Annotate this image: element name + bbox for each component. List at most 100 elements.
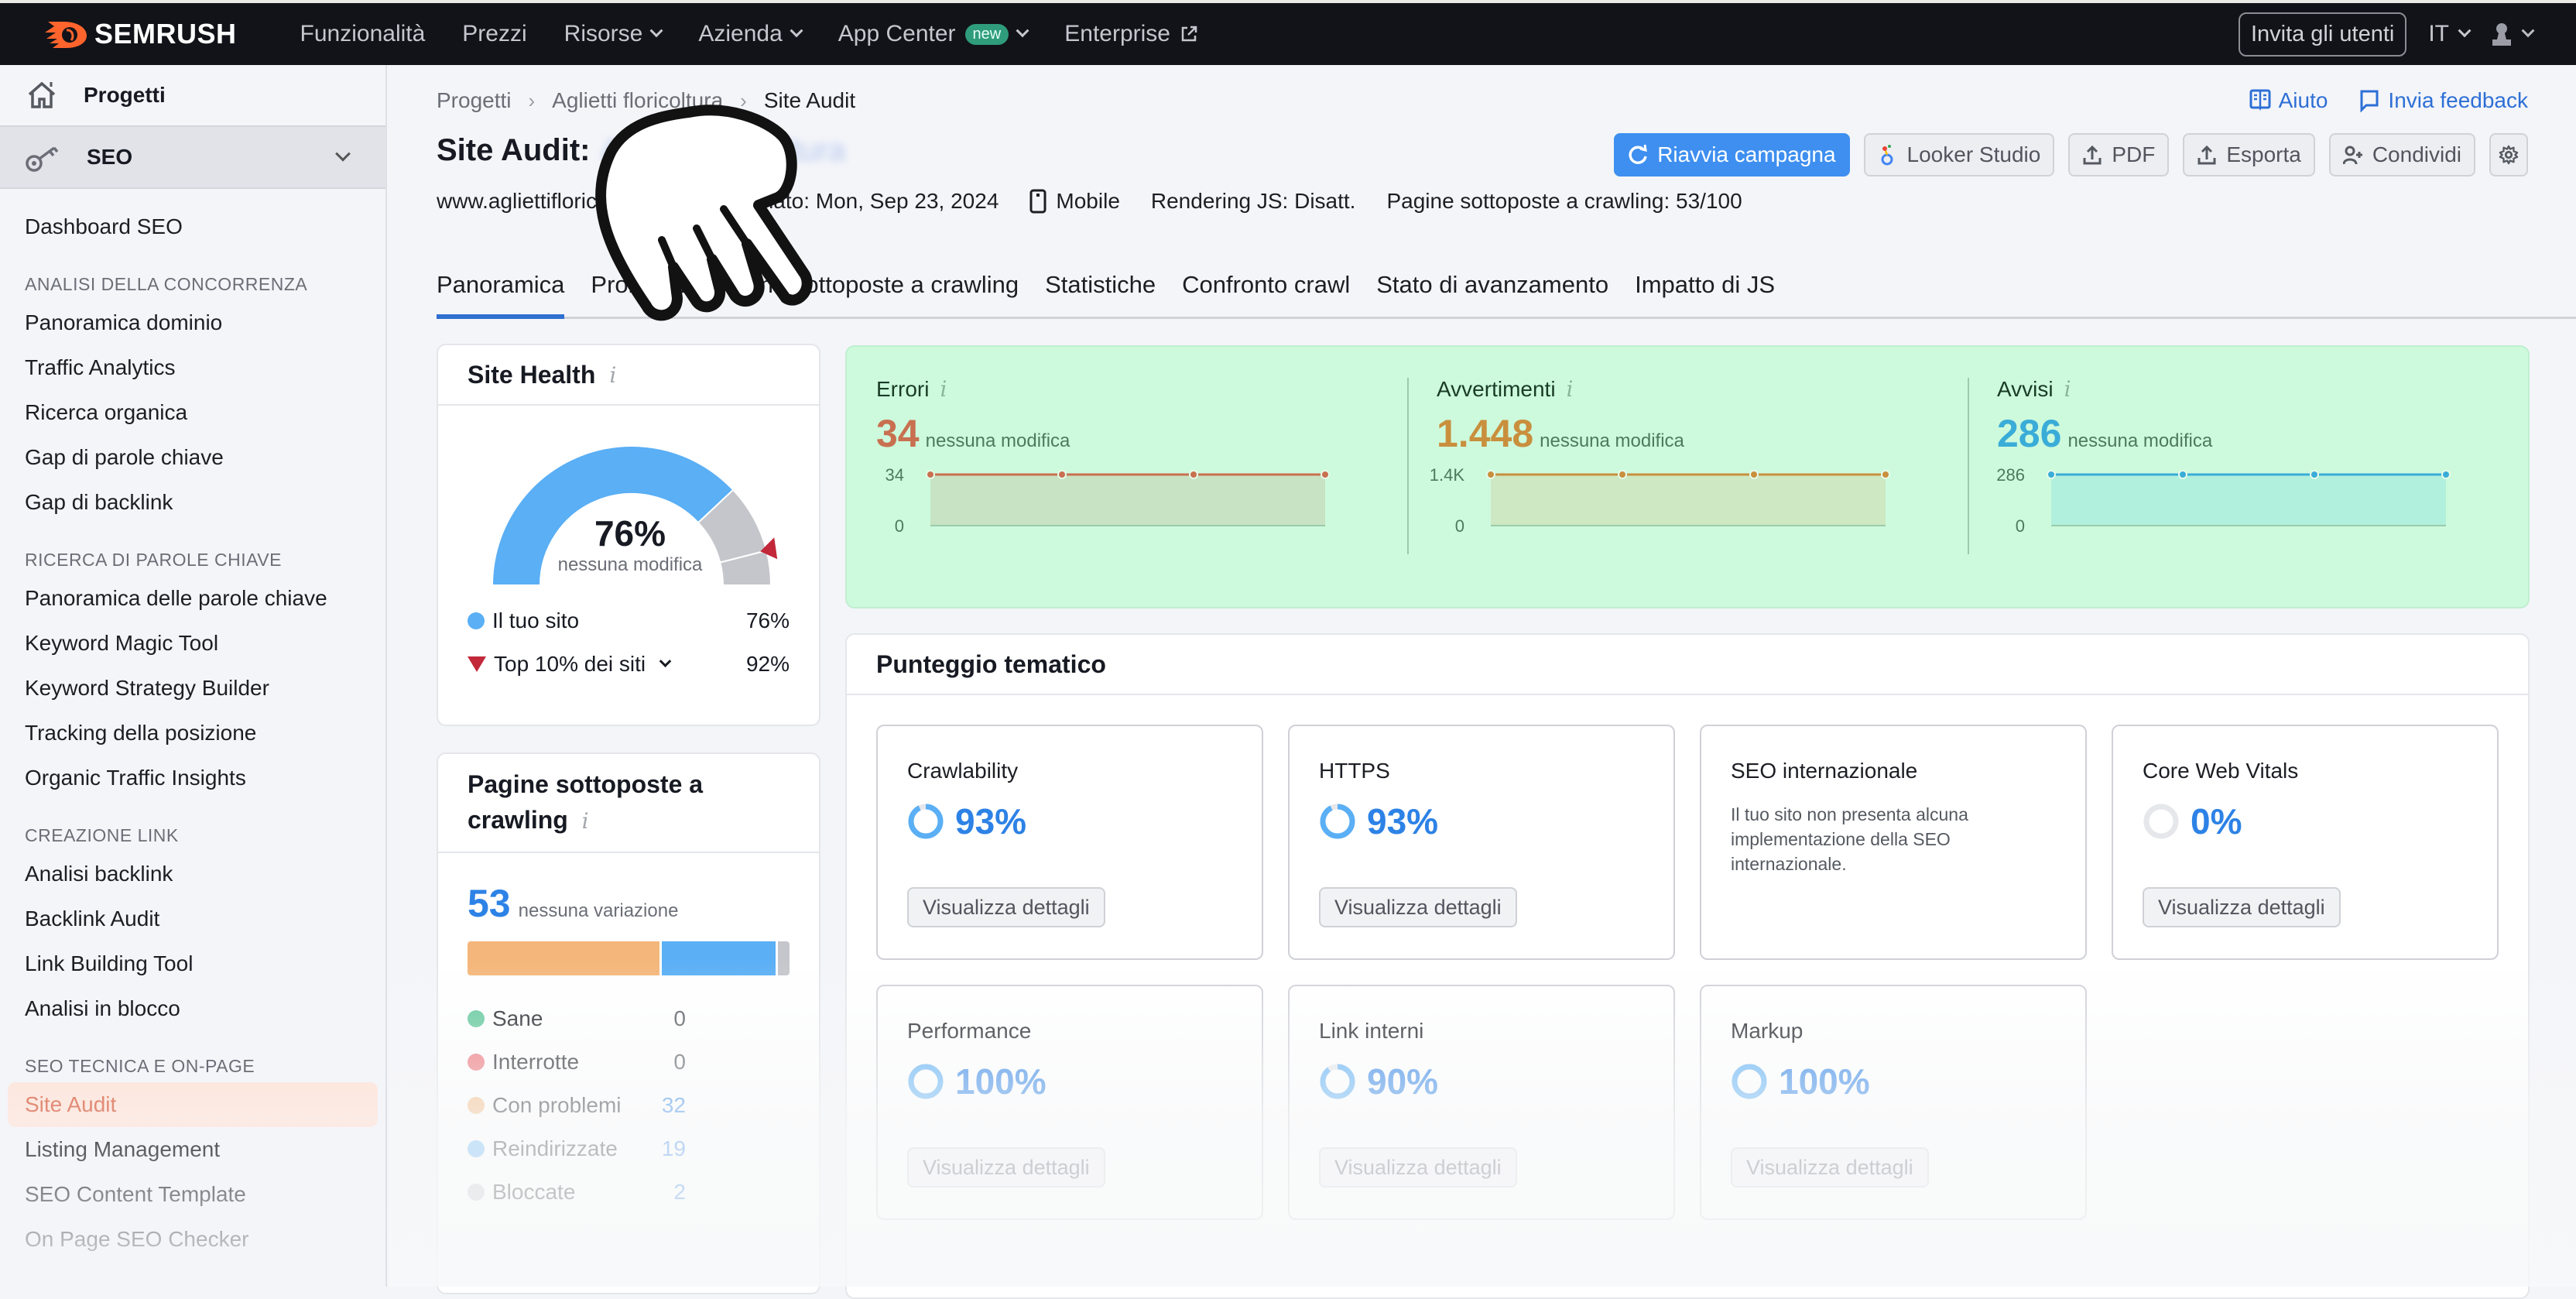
issue-count[interactable]: 34 [876, 411, 920, 456]
issue-count[interactable]: 286 [1997, 411, 2061, 456]
sidebar-projects-label: Progetti [84, 83, 166, 107]
nav-prezzi[interactable]: Prezzi [462, 21, 526, 47]
thematic-percent: 100% [955, 1061, 1046, 1102]
semrush-logo[interactable]: SEMRUSH [43, 17, 237, 51]
info-icon[interactable]: i [575, 808, 589, 834]
breadcrumb-projects[interactable]: Progetti [437, 88, 512, 113]
sidebar-item[interactable]: Ricerca organica [25, 390, 385, 435]
sparkline-point[interactable] [2310, 470, 2319, 479]
sidebar-item[interactable]: Link Building Tool [25, 941, 385, 986]
sidebar-item[interactable]: Gap di parole chiave [25, 435, 385, 480]
sidebar-projects[interactable]: Progetti [0, 65, 385, 125]
sidebar-item[interactable]: Analisi backlink [25, 852, 385, 896]
tab-confronto-crawl[interactable]: Confronto crawl [1182, 268, 1350, 317]
crawled-legend-row[interactable]: Bloccate 2 [468, 1170, 790, 1214]
sidebar-item[interactable]: Panoramica dominio [25, 300, 385, 345]
legend-value: 76% [745, 608, 790, 632]
stack-segment-con-problemi[interactable] [468, 941, 659, 975]
looker-studio-button[interactable]: Looker Studio [1863, 133, 2055, 177]
view-details-button[interactable]: Visualizza dettagli [1319, 887, 1517, 927]
sidebar-item[interactable]: Tracking della posizione [25, 711, 385, 756]
issues-panel: Errori i 34 nessuna modifica 34 0 Avvertime… [845, 345, 2530, 608]
view-details-button[interactable]: Visualizza dettagli [1731, 1147, 1929, 1188]
crawled-legend-row[interactable]: Sane 0 [468, 997, 790, 1040]
share-button[interactable]: Condividi [2328, 133, 2475, 177]
crawled-total[interactable]: 53 [468, 881, 511, 926]
sparkline-point[interactable] [926, 470, 935, 479]
nav-enterprise[interactable]: Enterprise [1064, 21, 1198, 47]
crawled-legend-row[interactable]: Con problemi 32 [468, 1084, 790, 1127]
domain-link[interactable]: www.agliettifloricoltura.it [437, 189, 668, 214]
donut-progress-icon [2143, 804, 2179, 839]
stack-segment-bloccate[interactable] [777, 941, 790, 975]
sidebar-item[interactable]: On Page SEO Checker [25, 1217, 385, 1262]
sparkline-point[interactable] [2441, 470, 2451, 479]
crawled-legend-row[interactable]: Interrotte 0 [468, 1040, 790, 1084]
sparkline-point[interactable] [1189, 470, 1198, 479]
breadcrumb-project[interactable]: Aglietti floricoltura [552, 88, 723, 113]
sparkline-point[interactable] [2178, 470, 2187, 479]
project-selector[interactable]: Aglietti floricoltura [601, 133, 846, 168]
page-title: Site Audit: Aglietti floricoltura [437, 133, 845, 168]
tab-impatto-js[interactable]: Impatto di JS [1635, 268, 1775, 317]
sidebar-item[interactable]: Traffic Analytics [25, 345, 385, 390]
nav-azienda[interactable]: Azienda [698, 21, 803, 47]
tab-statistiche[interactable]: Statistiche [1045, 268, 1156, 317]
feedback-link[interactable]: Invia feedback [2358, 88, 2528, 113]
sparkline-point[interactable] [1486, 470, 1495, 479]
nav-funzionalita[interactable]: Funzionalità [300, 21, 426, 47]
sidebar-item[interactable]: Panoramica delle parole chiave [25, 576, 385, 621]
sidebar-item[interactable]: Analisi in blocco [25, 986, 385, 1031]
sidebar-item[interactable]: Keyword Magic Tool [25, 621, 385, 666]
tab-panoramica[interactable]: Panoramica [437, 268, 565, 319]
nav-risorse[interactable]: Risorse [564, 21, 663, 47]
info-icon[interactable]: i [940, 376, 947, 402]
updated-date: Aggiornato: Mon, Sep 23, 2024 [698, 189, 999, 213]
info-icon[interactable]: i [2064, 376, 2071, 402]
tab-problemi[interactable]: Problemi [591, 268, 685, 317]
sidebar-item[interactable]: SEO Content Template [25, 1172, 385, 1217]
export-button[interactable]: Esporta [2183, 133, 2315, 177]
view-details-button[interactable]: Visualizza dettagli [907, 887, 1105, 927]
breadcrumb-separator-icon: › [528, 88, 536, 112]
sparkline-point[interactable] [1057, 470, 1067, 479]
help-link[interactable]: Aiuto [2249, 88, 2328, 113]
sparkline-point[interactable] [1321, 470, 1330, 479]
stack-segment-reindirizzate[interactable] [661, 941, 776, 975]
restart-campaign-button[interactable]: Riavvia campagna [1614, 133, 1850, 177]
invite-users-button[interactable]: Invita gli utenti [2238, 12, 2407, 57]
sidebar-item[interactable]: Gap di backlink [25, 480, 385, 525]
tab-pagine-crawling[interactable]: Pagine sottoposte a crawling [712, 268, 1019, 317]
crawled-legend-row[interactable]: Reindirizzate 19 [468, 1127, 790, 1170]
sidebar-item[interactable]: Backlink Audit [25, 896, 385, 941]
nav-app-center[interactable]: App Center new [838, 21, 1029, 47]
red-triangle-icon [468, 656, 486, 672]
view-details-button[interactable]: Visualizza dettagli [2143, 887, 2341, 927]
thematic-name: HTTPS [1319, 759, 1390, 783]
legend-label: Interrotte [492, 1050, 580, 1074]
gear-icon [2499, 145, 2519, 165]
sparkline-point[interactable] [2047, 470, 2056, 479]
sidebar-item[interactable]: Organic Traffic Insights [25, 756, 385, 800]
view-details-button[interactable]: Visualizza dettagli [1319, 1147, 1517, 1188]
issue-count[interactable]: 1.448 [1437, 411, 1533, 456]
sparkline-point[interactable] [1749, 470, 1759, 479]
view-details-button[interactable]: Visualizza dettagli [907, 1147, 1105, 1188]
sidebar-item-site-audit[interactable]: Site Audit [8, 1082, 378, 1127]
sidebar-seo-toggle[interactable]: SEO [0, 125, 385, 189]
donut-progress-icon [1320, 804, 1355, 839]
sparkline-point[interactable] [1881, 470, 1890, 479]
language-selector[interactable]: IT [2428, 21, 2472, 47]
sparkline-point[interactable] [1618, 470, 1627, 479]
tab-stato-avanzamento[interactable]: Stato di avanzamento [1376, 268, 1608, 317]
sidebar-item[interactable]: Keyword Strategy Builder [25, 666, 385, 711]
info-icon[interactable]: i [609, 362, 616, 388]
user-menu[interactable] [2491, 22, 2535, 46]
legend-top10[interactable]: Top 10% dei siti 92% [438, 643, 819, 686]
sidebar-item[interactable]: Listing Management [25, 1127, 385, 1172]
pdf-button[interactable]: PDF [2068, 133, 2170, 177]
settings-button[interactable] [2489, 133, 2528, 177]
thematic-title: Punteggio tematico [876, 650, 1106, 678]
sidebar-item-dashboard-seo[interactable]: Dashboard SEO [25, 204, 385, 249]
info-icon[interactable]: i [1567, 376, 1574, 402]
